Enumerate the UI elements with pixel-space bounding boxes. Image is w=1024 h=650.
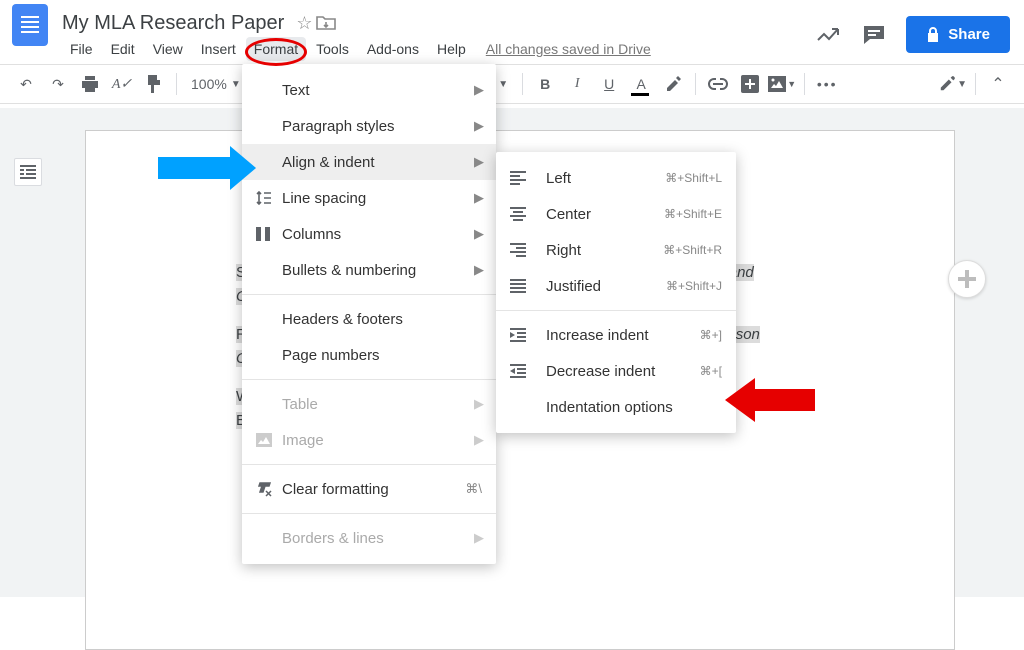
- spellcheck-button[interactable]: A✓: [108, 70, 136, 98]
- format-clear-formatting[interactable]: Clear formatting⌘\: [242, 471, 496, 507]
- docs-logo-icon[interactable]: [12, 4, 48, 46]
- increase-indent[interactable]: Increase indent⌘+]: [496, 317, 736, 353]
- menu-format[interactable]: Format: [246, 37, 306, 61]
- line-spacing-icon: [256, 190, 282, 206]
- share-button-label: Share: [948, 26, 990, 43]
- format-columns[interactable]: Columns▶: [242, 216, 496, 252]
- explore-button[interactable]: [948, 260, 986, 298]
- align-indent-submenu: Left⌘+Shift+L Center⌘+Shift+E Right⌘+Shi…: [496, 152, 736, 433]
- outline-toggle-button[interactable]: [14, 158, 42, 186]
- format-bullets-numbering[interactable]: Bullets & numbering▶: [242, 252, 496, 288]
- more-toolbar-button[interactable]: •••: [813, 70, 841, 98]
- document-title[interactable]: My MLA Research Paper: [62, 12, 284, 35]
- hide-menus-button[interactable]: ⌃: [984, 70, 1012, 98]
- undo-button[interactable]: ↶: [12, 70, 40, 98]
- menu-file[interactable]: File: [62, 37, 101, 61]
- print-button[interactable]: [76, 70, 104, 98]
- align-left-icon: [510, 171, 536, 185]
- share-button[interactable]: Share: [906, 16, 1010, 53]
- format-dropdown: Text▶ Paragraph styles▶ Align & indent▶ …: [242, 64, 496, 564]
- format-headers-footers[interactable]: Headers & footers: [242, 301, 496, 337]
- annotation-red-arrow: [725, 378, 815, 422]
- menu-help[interactable]: Help: [429, 37, 474, 61]
- indent-decrease-icon: [510, 364, 536, 378]
- format-align-indent[interactable]: Align & indent▶: [242, 144, 496, 180]
- text-color-button[interactable]: A: [627, 70, 655, 98]
- format-text[interactable]: Text▶: [242, 72, 496, 108]
- format-image: Image▶: [242, 422, 496, 458]
- annotation-blue-arrow: [158, 146, 256, 190]
- image-icon: [256, 433, 282, 447]
- clear-format-icon: [256, 481, 282, 497]
- format-table: Table▶: [242, 386, 496, 422]
- zoom-selector[interactable]: 100% ▼: [185, 76, 247, 92]
- align-justify-icon: [510, 279, 536, 293]
- comment-history-icon[interactable]: [862, 24, 886, 46]
- lock-icon: [926, 27, 940, 43]
- align-right-icon: [510, 243, 536, 257]
- decrease-indent[interactable]: Decrease indent⌘+[: [496, 353, 736, 389]
- menu-addons[interactable]: Add-ons: [359, 37, 427, 61]
- columns-icon: [256, 227, 282, 241]
- toolbar: ↶ ↷ A✓ 100% ▼ 11 ▼ B I U A ▼ ••• ▼ ⌃: [0, 64, 1024, 104]
- editing-mode-button[interactable]: ▼: [939, 70, 967, 98]
- align-center[interactable]: Center⌘+Shift+E: [496, 196, 736, 232]
- align-left[interactable]: Left⌘+Shift+L: [496, 160, 736, 196]
- underline-button[interactable]: U: [595, 70, 623, 98]
- format-page-numbers[interactable]: Page numbers: [242, 337, 496, 373]
- star-icon[interactable]: ☆: [296, 13, 312, 34]
- insert-link-button[interactable]: [704, 70, 732, 98]
- save-status[interactable]: All changes saved in Drive: [486, 41, 651, 57]
- menu-view[interactable]: View: [145, 37, 191, 61]
- align-center-icon: [510, 207, 536, 221]
- move-folder-icon[interactable]: [316, 15, 336, 31]
- bold-button[interactable]: B: [531, 70, 559, 98]
- indent-increase-icon: [510, 328, 536, 342]
- trend-icon[interactable]: [816, 26, 842, 44]
- menu-tools[interactable]: Tools: [308, 37, 357, 61]
- menu-edit[interactable]: Edit: [103, 37, 143, 61]
- indentation-options[interactable]: Indentation options: [496, 389, 736, 425]
- redo-button[interactable]: ↷: [44, 70, 72, 98]
- insert-image-button[interactable]: ▼: [768, 70, 796, 98]
- italic-button[interactable]: I: [563, 70, 591, 98]
- menu-insert[interactable]: Insert: [193, 37, 244, 61]
- paint-format-button[interactable]: [140, 70, 168, 98]
- align-justified[interactable]: Justified⌘+Shift+J: [496, 268, 736, 304]
- format-paragraph-styles[interactable]: Paragraph styles▶: [242, 108, 496, 144]
- format-line-spacing[interactable]: Line spacing▶: [242, 180, 496, 216]
- align-right[interactable]: Right⌘+Shift+R: [496, 232, 736, 268]
- format-borders-lines: Borders & lines▶: [242, 520, 496, 556]
- highlight-button[interactable]: [659, 70, 687, 98]
- add-comment-button[interactable]: [736, 70, 764, 98]
